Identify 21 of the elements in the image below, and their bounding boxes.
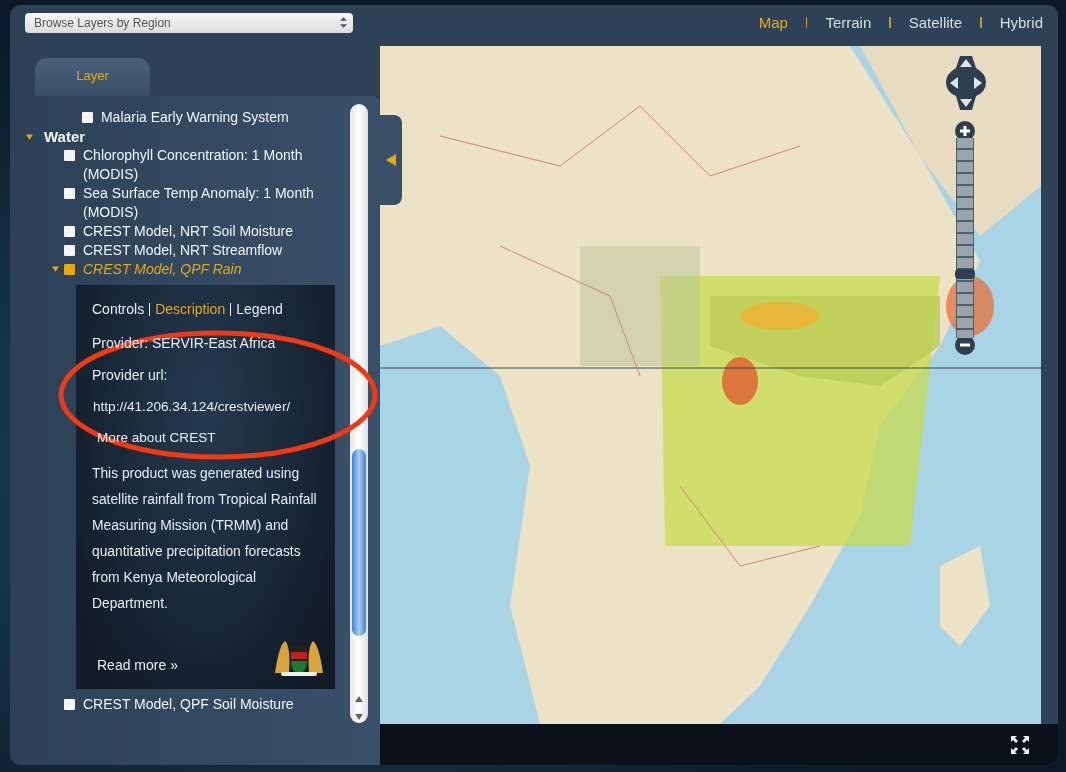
map-type-link[interactable]: Map bbox=[758, 14, 788, 31]
layer-label[interactable]: Malaria Early Warning System bbox=[100, 108, 350, 127]
details-tab[interactable]: Legend bbox=[236, 301, 283, 317]
layer-label[interactable]: CREST Model, QPF Soil Moisture bbox=[83, 695, 333, 714]
map-type-link[interactable]: Hybrid bbox=[999, 14, 1043, 31]
layer-label[interactable]: Sea Surface Temp Anomaly: 1 Month (MODIS) bbox=[83, 184, 333, 222]
layer-label[interactable]: CREST Model, NRT Soil Moisture bbox=[83, 222, 333, 241]
layer-tab[interactable]: Layer bbox=[35, 58, 150, 96]
description-text: This product was generated using satellite rainfall from Tropical Rainfall Measuring Mission (TRMM) and quantitative precipitation forecasts from Kenya Meteorological Department. bbox=[92, 465, 318, 613]
layer-label[interactable]: CREST Model, NRT Streamflow bbox=[83, 241, 333, 260]
details-tab[interactable]: Controls bbox=[92, 301, 145, 317]
layer-label[interactable]: Chlorophyll Concentration: 1 Month (MODIS) bbox=[83, 146, 333, 184]
layer-label[interactable]: CREST Model, QPF Rain bbox=[83, 260, 333, 279]
map-type-link[interactable]: Satellite bbox=[908, 14, 963, 31]
group-label: Water bbox=[44, 127, 86, 146]
details-tab[interactable]: Description bbox=[155, 301, 226, 317]
read-more-link[interactable]: Read more » bbox=[97, 657, 178, 673]
region-select[interactable]: Browse Layers by Region bbox=[25, 12, 353, 33]
provider-url-link[interactable]: http://41.206.34.124/crestviewer/ bbox=[88, 399, 329, 414]
provider-url-label: Provider url: bbox=[92, 367, 169, 383]
map-type-link[interactable]: Terrain bbox=[825, 14, 872, 31]
